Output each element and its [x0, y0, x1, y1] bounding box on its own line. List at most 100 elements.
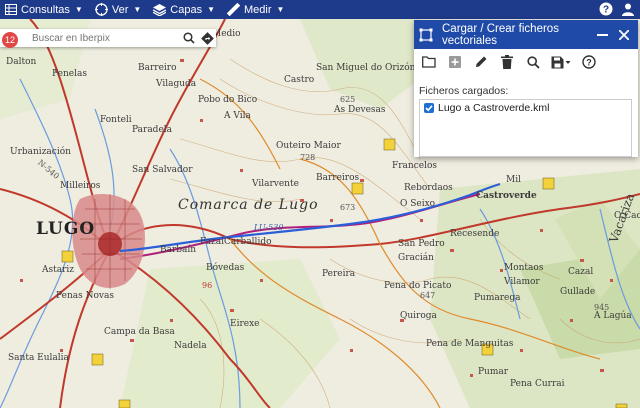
map-label-elev-673: 673 [340, 203, 356, 212]
panel-header: Cargar / Crear ficheros vectoriales [414, 20, 638, 49]
panel-title: Cargar / Crear ficheros vectoriales [442, 22, 559, 47]
ruler-icon [227, 3, 240, 16]
map-label-barreiros: Barreiros [316, 173, 360, 183]
map-label-elev-647: 647 [420, 291, 436, 300]
user-icon[interactable] [620, 1, 636, 17]
map-label-fazai: Fazai [200, 237, 224, 247]
map-label-pobo-bico: Pobo do Bico [198, 95, 258, 105]
map-label-lu-530: LU-530 [254, 223, 284, 232]
loaded-files-list: Lugo a Castroverde.kml [419, 99, 632, 157]
map-label-vilarvente: Vilarvente [252, 179, 299, 189]
map-label-orizon: San Miguel do Orizón [316, 63, 416, 73]
map-label-paradela: Paradela [132, 125, 173, 135]
add-layer-icon[interactable] [445, 52, 465, 72]
map-label-lugo: LUGO [36, 219, 96, 239]
map-label-a-lagua: A Lagúa [594, 311, 632, 321]
svg-text:?: ? [603, 5, 609, 16]
menu-consultas[interactable]: Consultas ▼ [0, 0, 91, 19]
menu-medir-label: Medir [244, 3, 272, 16]
menu-ver-label: Ver [111, 3, 129, 16]
menu-capas-label: Capas [170, 3, 203, 16]
files-loaded-label: Ficheros cargados: [419, 85, 509, 97]
map-label-urbanizacion: Urbanización [10, 147, 71, 157]
map-label-outeiro-maior: Outeiro Maior [276, 141, 341, 151]
map-label-pena-currai: Pena Currai [510, 379, 565, 389]
menu-medir[interactable]: Medir ▼ [223, 0, 292, 19]
map-label-eirexe: Eirexe [230, 319, 260, 329]
map-label-a-vila: A Vila [224, 111, 251, 121]
map-label-as-devesas: As Devesas [334, 105, 386, 115]
folder-open-icon[interactable] [419, 52, 439, 72]
notification-badge[interactable]: 12 [2, 32, 18, 48]
map-label-montaos: Montaos [504, 263, 544, 273]
search-icon[interactable] [180, 29, 198, 47]
map-label-96: 96 [202, 281, 213, 290]
map-label-o-seixo: O Seixo [400, 199, 436, 209]
map-label-comarca: Comarca de Lugo [178, 197, 319, 213]
map-label-barbain: Barbaín [160, 245, 197, 255]
map-label-pumarega: Pumarega [474, 293, 521, 303]
pencil-icon[interactable] [471, 52, 491, 72]
help-icon[interactable]: ? [598, 1, 614, 17]
panel-toolbar: ? [414, 49, 638, 75]
save-icon[interactable] [549, 52, 573, 72]
menu-ver[interactable]: Ver ▼ [91, 0, 149, 19]
map-label-elev-728: 728 [300, 153, 316, 162]
map-label-san-pedro: San Pedro [398, 239, 445, 249]
map-label-pereira: Pereira [322, 269, 356, 279]
file-name: Lugo a Castroverde.kml [438, 102, 550, 114]
map-label-carballido: Carballido [224, 237, 272, 247]
map-label-gracian: Gracián [398, 253, 434, 263]
chevron-down-icon: ▼ [74, 5, 83, 14]
map-label-quiroga: Quiroga [400, 311, 437, 321]
compass-icon [94, 3, 108, 16]
map-label-elev-625: 625 [340, 95, 356, 104]
table-icon [4, 3, 17, 16]
map-label-fonteli: Fonteli [100, 115, 132, 125]
top-menu-bar: Consultas ▼ Ver ▼ Capas ▼ Medir ▼ ? [0, 0, 640, 19]
svg-text:?: ? [586, 58, 592, 68]
help-icon[interactable]: ? [579, 52, 599, 72]
menu-consultas-label: Consultas [21, 3, 70, 16]
map-label-barreiro: Barreiro [138, 63, 177, 73]
map-label-nadela: Nadela [174, 341, 207, 351]
map-label-vilamor: Vilamor [504, 277, 540, 287]
map-label-campa: Campa da Basa [104, 327, 175, 337]
map-label-cazal: Cazal [568, 267, 594, 277]
trash-icon[interactable] [497, 52, 517, 72]
map-label-dalton: Dalton [6, 57, 37, 67]
map-label-castroverde: Castroverde [476, 191, 537, 201]
chevron-down-icon: ▼ [133, 5, 142, 14]
map-label-pumar: Pumar [478, 367, 509, 377]
map-label-francelos: Francelos [392, 161, 437, 171]
map-label-rebordaos: Rebordaos [404, 183, 453, 193]
vector-layer-icon [419, 28, 439, 42]
search-box [0, 29, 216, 47]
map-label-gullade: Gullade [560, 287, 596, 297]
map-label-pena-picato: Pena do Picato [384, 281, 452, 291]
map-label-bovedas: Bóvedas [206, 263, 245, 273]
search-input[interactable] [30, 31, 174, 45]
map-label-manguitas: Pena de Manguitas [426, 339, 514, 349]
search-icon[interactable] [523, 52, 543, 72]
close-icon[interactable] [616, 27, 632, 43]
map-label-santa-eulalia: Santa Eulalia [8, 353, 69, 363]
checkbox-checked-icon[interactable] [424, 103, 434, 113]
menu-capas[interactable]: Capas ▼ [149, 0, 223, 19]
map-label-milleiros: Milleiros [60, 181, 101, 191]
directions-icon[interactable] [198, 29, 216, 47]
map-label-astariz: Astariz [42, 265, 75, 275]
vector-files-panel: Cargar / Crear ficheros vectoriales ? Fi… [414, 20, 638, 157]
chevron-down-icon: ▼ [276, 5, 285, 14]
map-label-vilaguda: Vilaguda [156, 79, 197, 89]
map-label-penelas: Penelas [52, 69, 87, 79]
minimize-icon[interactable] [594, 27, 610, 43]
map-label-mil: Mil [506, 175, 521, 185]
map-label-recesende: Recesende [450, 229, 500, 239]
map-label-salvador: San Salvador [132, 165, 193, 175]
map-label-o-cadro: O Cad [614, 211, 640, 221]
map-label-castro: Castro [284, 75, 315, 85]
map-label-medio: Medio [212, 29, 241, 39]
list-item[interactable]: Lugo a Castroverde.kml [424, 102, 627, 114]
map-label-penas-novas: Penas Novas [56, 291, 114, 301]
